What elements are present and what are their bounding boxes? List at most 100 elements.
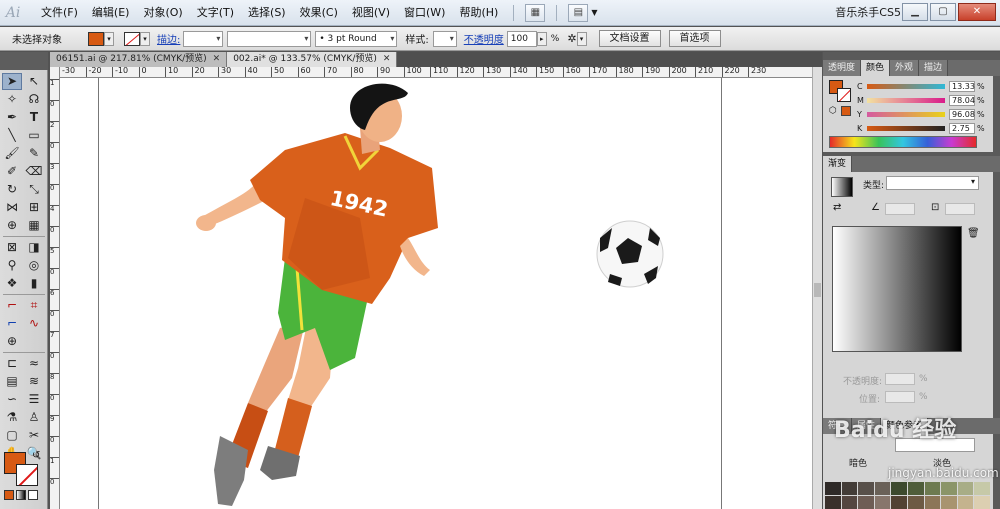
chevron-down-icon[interactable]: ▾ [104,31,114,46]
rectangle-tool-icon[interactable]: ▭ [24,127,44,144]
globe-icon[interactable]: ⊕ [2,333,22,350]
anchor-tool-icon[interactable]: ⌐ [2,315,22,332]
eraser-alt-tool-icon[interactable]: ▢ [2,427,22,444]
pucker-tool-icon[interactable]: ▤ [2,373,22,390]
chevron-down-icon[interactable]: ▼ [591,8,597,17]
menu-effect[interactable]: 效果(C) [293,0,345,26]
swatch[interactable] [874,496,891,509]
knife-tool-icon[interactable]: ∿ [24,315,44,332]
close-icon[interactable]: ✕ [383,52,391,67]
scissors-tool-icon[interactable]: ✂ [24,427,44,444]
swatch[interactable] [941,482,957,495]
angle-field[interactable] [885,203,915,215]
out-of-gamut-icon[interactable]: ⬡ [829,106,837,116]
swatch[interactable] [825,496,841,509]
column-graph-tool-icon[interactable]: ▮ [24,275,44,292]
m-value[interactable]: 78.04 [949,94,975,106]
gradient-preview-swatch[interactable] [831,177,853,197]
scroll-thumb[interactable] [814,283,821,297]
swatch[interactable] [858,496,874,509]
menu-file[interactable]: 文件(F) [34,0,85,26]
lasso-tool-icon[interactable]: ☊ [24,91,44,108]
menu-edit[interactable]: 编辑(E) [85,0,137,26]
color-mode-buttons[interactable] [4,490,38,500]
swatch[interactable] [841,496,858,509]
swatch[interactable] [908,482,924,495]
chevron-right-icon[interactable]: ▸ [536,31,547,46]
tab-color[interactable]: 颜色 [861,60,891,76]
document-setup-button[interactable]: 文档设置 [598,30,661,47]
swatch[interactable] [908,496,924,509]
pen-tool-icon[interactable]: ✒ [2,109,22,126]
chevron-down-icon[interactable]: ▾ [576,31,587,46]
direct-selection-tool-icon[interactable]: ↖ [24,73,44,90]
blend-tool-icon[interactable]: ◎ [24,257,44,274]
pencil-tool-icon[interactable]: ✎ [24,145,44,162]
menu-select[interactable]: 选择(S) [241,0,293,26]
position-field[interactable] [885,391,915,403]
shape-builder-tool-icon[interactable]: ⊕ [2,217,22,234]
swatch[interactable] [974,482,990,495]
tab-document-2[interactable]: 002.ai* @ 133.57% (CMYK/预览) ✕ [227,52,398,67]
eraser-tool-icon[interactable]: ⌫ [24,163,44,180]
stroke-weight-field[interactable] [183,30,224,47]
paint-bucket-tool-icon[interactable]: ♙ [24,409,44,426]
trash-icon[interactable]: 🗑 [967,228,980,239]
opacity-field[interactable]: 100 [506,30,537,47]
tab-stroke[interactable]: 描边 [919,60,949,76]
menu-help[interactable]: 帮助(H) [452,0,505,26]
scallop-tool-icon[interactable]: ∽ [2,391,22,408]
width-tool-icon[interactable]: ⋈ [2,199,22,216]
m-slider[interactable] [867,97,945,103]
gradient-opacity-field[interactable] [885,373,915,385]
type-tool-icon[interactable]: T [24,109,44,126]
swatch[interactable] [891,482,907,495]
eyedropper-tool-icon[interactable]: ⚲ [2,257,22,274]
swatch[interactable] [974,496,990,509]
menu-type[interactable]: 文字(T) [190,0,241,26]
brush-field[interactable]: • 3 pt Round [315,30,398,47]
swatch[interactable] [924,482,941,495]
swatch[interactable] [924,496,941,509]
swatch[interactable] [957,496,974,509]
bloat-tool-icon[interactable]: ≋ [24,373,44,390]
line-tool-icon[interactable]: ╲ [2,127,22,144]
mesh-tool-icon[interactable]: ⊠ [2,239,22,256]
swap-colors-icon[interactable]: ↺ [32,450,40,461]
workspace-switcher[interactable]: 音乐杀手CS5 ▾ [835,0,910,26]
selection-tool-icon[interactable]: ➤ [2,73,22,90]
stroke-link[interactable]: 描边: [154,31,183,46]
twirl-tool-icon[interactable]: ≈ [24,355,44,372]
c-slider[interactable] [867,83,945,89]
reverse-gradient-icon[interactable]: ⇄ [833,202,841,213]
blob-brush-tool-icon[interactable]: ✐ [2,163,22,180]
tab-transparency[interactable]: 透明度 [823,60,862,76]
warp-tool-icon[interactable]: ⊏ [2,355,22,372]
tab-document-1[interactable]: 06151.ai @ 217.81% (CMYK/预览) ✕ [50,52,228,67]
color-mode-icon[interactable] [4,490,14,500]
close-icon[interactable]: ✕ [213,52,221,67]
style-swatch[interactable] [432,30,457,47]
rotate-tool-icon[interactable]: ↻ [2,181,22,198]
menu-object[interactable]: 对象(O) [136,0,189,26]
gradient-mode-icon[interactable] [16,490,26,500]
swatch[interactable] [841,482,858,495]
swatch[interactable] [891,496,907,509]
opacity-link[interactable]: 不透明度 [461,31,507,46]
stroke-color-swatch[interactable] [124,31,140,46]
k-value[interactable]: 2.75 [949,122,975,134]
c-value[interactable]: 13.33 [949,80,975,92]
fill-color-swatch[interactable] [88,31,104,46]
y-value[interactable]: 96.08 [949,108,975,120]
restore-button[interactable]: ▢ [930,3,956,21]
vertical-scrollbar[interactable] [812,67,822,509]
swatch[interactable] [825,482,841,495]
paintbrush-tool-icon[interactable]: 🖌 [2,145,22,162]
tab-gradient[interactable]: 渐变 [823,156,853,172]
k-slider[interactable] [867,125,945,131]
color-spectrum-bar[interactable] [829,136,977,148]
free-transform-tool-icon[interactable]: ⊞ [24,199,44,216]
gradient-slider-preview[interactable] [832,226,962,352]
wrinkle-tool-icon[interactable]: ☰ [24,391,44,408]
gradient-tool-icon[interactable]: ◨ [24,239,44,256]
